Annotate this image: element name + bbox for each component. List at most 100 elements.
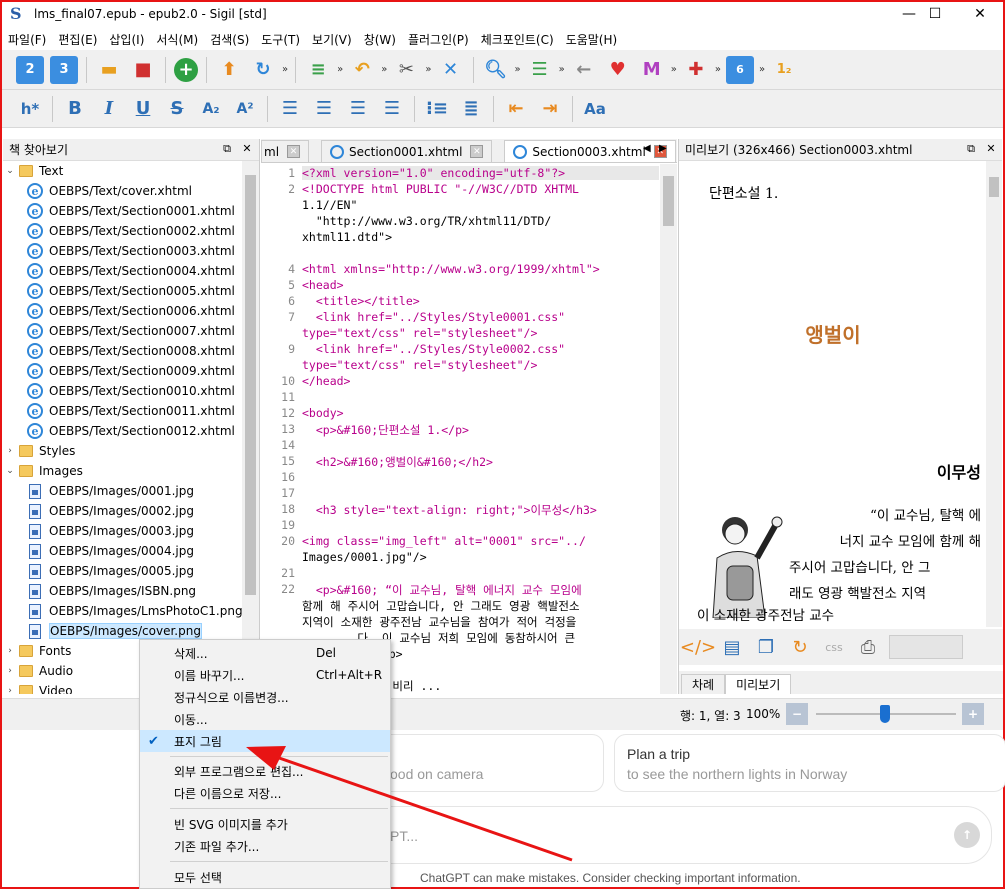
file-item[interactable]: e OEBPS/Text/Section0011.xhtml <box>3 401 243 421</box>
menu-item-regex-rename[interactable]: 정규식으로 이름변경... <box>140 686 390 708</box>
tree-scrollbar[interactable] <box>242 161 259 694</box>
open-folder-icon[interactable]: ▬ <box>95 56 123 84</box>
move-up-icon[interactable]: ⬆ <box>215 56 243 84</box>
code-line[interactable]: 지역이 소재한 광주전남 교수님을 참여가 적어 걱정을 <box>302 614 576 630</box>
tab-close-icon[interactable]: ✕ <box>287 145 301 158</box>
bullet-list-icon[interactable]: ⁝≡ <box>423 95 451 123</box>
menu-item-delete[interactable]: 삭제... Del <box>140 642 390 664</box>
code-line[interactable]: <title></title> <box>302 294 420 308</box>
file-item[interactable]: OEBPS/Images/0002.jpg <box>3 501 243 521</box>
epub3-icon[interactable]: 3 <box>50 55 78 84</box>
plugin-6-icon[interactable]: 6 <box>726 55 754 84</box>
copy-page-icon[interactable]: ❐ <box>753 634 779 660</box>
scroll-thumb[interactable] <box>989 177 999 197</box>
menu-item-add-existing[interactable]: 기존 파일 추가... <box>140 835 390 857</box>
send-icon[interactable]: ↑ <box>954 822 980 848</box>
expand-icon[interactable]: › <box>3 686 17 694</box>
toolbar-overflow-icon[interactable]: » <box>671 64 677 75</box>
toolbar-overflow-icon[interactable]: » <box>282 64 288 75</box>
m-icon[interactable]: M <box>638 56 666 84</box>
strikethrough-icon[interactable]: S <box>163 95 191 123</box>
menu-checkpoints[interactable]: 체크포인트(C) <box>475 31 560 48</box>
code-line[interactable]: <h2>&#160;앵벌이&#160;</h2> <box>302 454 493 470</box>
file-item[interactable]: e OEBPS/Text/cover.xhtml <box>3 181 243 201</box>
align-left-icon[interactable]: ☰ <box>276 95 304 123</box>
toolbar-overflow-icon[interactable]: » <box>759 64 765 75</box>
suggestion-card-2[interactable] <box>614 734 1005 792</box>
plugin-icon[interactable]: ✚ <box>682 56 710 84</box>
undock-icon[interactable]: ⧉ <box>219 142 235 158</box>
tab-close-icon[interactable]: ✕ <box>470 145 484 158</box>
underline-icon[interactable]: U <box>129 95 157 123</box>
toc-icon[interactable]: ☰ <box>526 56 554 84</box>
menu-file[interactable]: 파일(F) <box>2 31 52 48</box>
file-item[interactable]: e OEBPS/Text/Section0012.xhtml <box>3 421 243 441</box>
toolbar-overflow-icon[interactable]: » <box>425 64 431 75</box>
file-item[interactable]: e OEBPS/Text/Section0010.xhtml <box>3 381 243 401</box>
panel-close-icon[interactable]: ✕ <box>239 142 255 158</box>
expand-icon[interactable]: › <box>3 646 17 656</box>
toolbar-overflow-icon[interactable]: » <box>559 64 565 75</box>
subscript-icon[interactable]: A₂ <box>197 95 225 123</box>
add-file-icon[interactable]: + <box>174 57 198 82</box>
menu-insert[interactable]: 삽입(I) <box>103 31 150 48</box>
close-button[interactable]: ✕ <box>957 2 1003 26</box>
css-icon[interactable]: css <box>821 634 847 660</box>
collapse-icon[interactable]: ⌄ <box>3 466 17 476</box>
file-item[interactable]: OEBPS/Images/LmsPhotoC1.png <box>3 601 243 621</box>
code-line[interactable]: xhtml11.dtd"> <box>302 230 392 244</box>
code-line[interactable]: <p>&#160; “이 교수님, 탈핵 에너지 교수 모임에 <box>302 582 582 598</box>
heading-icon[interactable]: h* <box>16 95 44 123</box>
toolbar-overflow-icon[interactable]: » <box>381 64 387 75</box>
zoom-slider-handle[interactable] <box>880 705 890 723</box>
code-line[interactable]: Images/0001.jpg"/> <box>302 550 427 564</box>
back-icon[interactable]: ← <box>570 56 598 84</box>
code-line[interactable]: <body> <box>302 406 344 420</box>
code-line[interactable]: <p>&#160;단편소설 1.</p> <box>302 422 469 438</box>
file-item[interactable]: e OEBPS/Text/Section0005.xhtml <box>3 281 243 301</box>
epub2-icon[interactable]: 2 <box>16 55 44 84</box>
save-icon[interactable]: ■ <box>129 56 157 84</box>
file-item[interactable]: e OEBPS/Text/Section0001.xhtml <box>3 201 243 221</box>
code-line[interactable]: <link href="../Styles/Style0002.css" <box>302 342 565 356</box>
code-line[interactable]: <head> <box>302 278 344 292</box>
outdent-icon[interactable]: ⇤ <box>502 95 530 123</box>
file-item[interactable]: OEBPS/Images/ISBN.png <box>3 581 243 601</box>
menu-item-open-with[interactable]: 외부 프로그램으로 편집... <box>140 760 390 782</box>
code-line[interactable]: type="text/css" rel="stylesheet"/> <box>302 326 537 340</box>
file-item[interactable]: e OEBPS/Text/Section0003.xhtml <box>3 241 243 261</box>
superscript-icon[interactable]: A² <box>231 95 259 123</box>
folder-styles[interactable]: › Styles <box>3 441 243 461</box>
refresh-icon[interactable]: ↻ <box>249 56 277 84</box>
file-item[interactable]: OEBPS/Images/0005.jpg <box>3 561 243 581</box>
heart-icon[interactable]: ♥ <box>604 56 632 84</box>
tab-scroll-right-icon[interactable]: ▶ <box>659 143 667 154</box>
file-item[interactable]: OEBPS/Images/cover.png <box>3 621 243 641</box>
code-line[interactable]: 함께 해 주시어 고맙습니다, 안 그래도 영광 핵발전소 <box>302 598 580 614</box>
indent-icon[interactable]: ⇥ <box>536 95 564 123</box>
menu-view[interactable]: 보기(V) <box>306 31 358 48</box>
toolbar-overflow-icon[interactable]: » <box>715 64 721 75</box>
code-line[interactable]: <?xml version="1.0" encoding="utf-8"?> <box>302 166 659 180</box>
menu-item-rename[interactable]: 이름 바꾸기... Ctrl+Alt+R <box>140 664 390 686</box>
justify-icon[interactable]: ☰ <box>378 95 406 123</box>
menu-item-add-svg[interactable]: 빈 SVG 이미지를 추가 <box>140 813 390 835</box>
panel-close-icon[interactable]: ✕ <box>983 142 999 158</box>
toolbar-overflow-icon[interactable]: » <box>515 64 521 75</box>
code-line[interactable]: <h3 style="text-align: right;">이무성</h3> <box>302 502 597 518</box>
folder-text[interactable]: ⌄ Text <box>3 161 243 181</box>
scroll-thumb[interactable] <box>663 176 674 226</box>
file-item[interactable]: OEBPS/Images/0004.jpg <box>3 541 243 561</box>
file-item[interactable]: e OEBPS/Text/Section0004.xhtml <box>3 261 243 281</box>
maximize-button[interactable]: ☐ <box>912 2 958 26</box>
tab-scroll-left-icon[interactable]: ◀ <box>643 143 651 154</box>
file-item[interactable]: e OEBPS/Text/Section0002.xhtml <box>3 221 243 241</box>
collapse-icon[interactable]: ⌄ <box>3 166 17 176</box>
menu-item-save-as[interactable]: 다른 이름으로 저장... <box>140 782 390 804</box>
zoom-out-icon[interactable]: − <box>786 703 808 725</box>
menu-format[interactable]: 서식(M) <box>150 31 204 48</box>
menu-search[interactable]: 검색(S) <box>204 31 255 48</box>
checkpoint-icon[interactable]: 1₂ <box>770 56 798 84</box>
scroll-thumb[interactable] <box>245 175 256 595</box>
file-item[interactable]: e OEBPS/Text/Section0008.xhtml <box>3 341 243 361</box>
